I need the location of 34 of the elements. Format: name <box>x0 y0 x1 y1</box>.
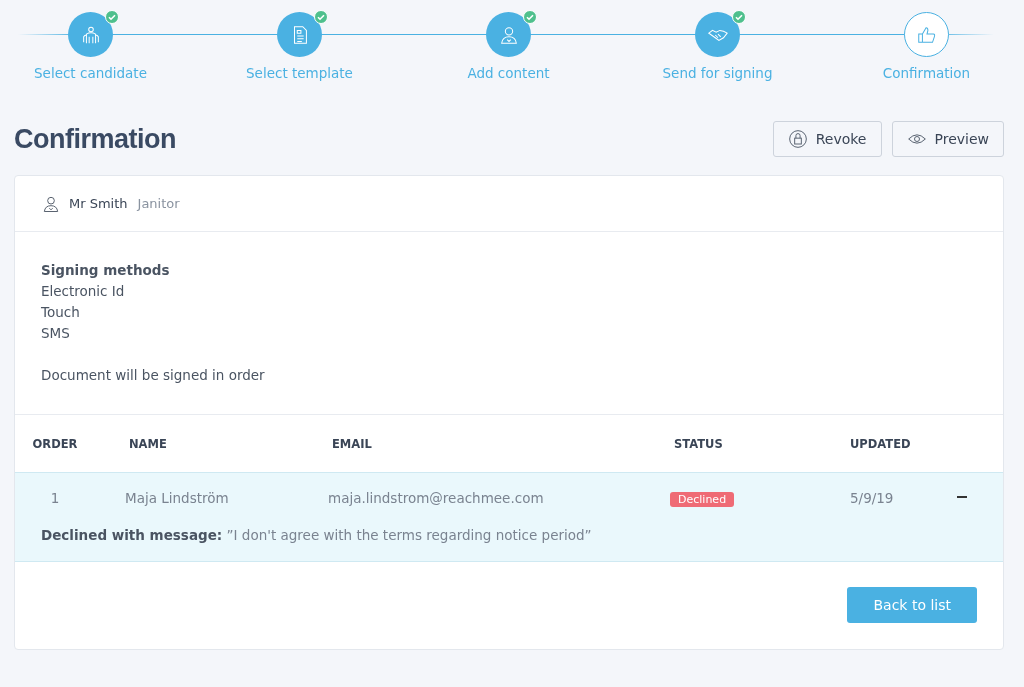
signing-methods-heading: Signing methods <box>41 261 171 280</box>
step-label[interactable]: Confirmation <box>882 65 971 81</box>
column-header: STATUS <box>673 436 724 451</box>
column-header: EMAIL <box>331 436 373 451</box>
decline-message: Declined with message: ”I don't agree with the terms regarding notice period” <box>40 526 593 545</box>
step-label[interactable]: Select template <box>246 65 353 81</box>
status-badge: Declined <box>670 491 735 507</box>
step-circle[interactable] <box>695 12 740 57</box>
column-header: UPDATED <box>849 436 912 451</box>
step-label[interactable]: Add content <box>467 65 550 81</box>
signing-method: Touch <box>41 303 81 322</box>
step-circle[interactable] <box>904 12 949 57</box>
step-circle[interactable] <box>277 12 322 57</box>
table-cell-text: 1 <box>49 490 61 506</box>
back-to-list-button[interactable]: Back to list <box>847 587 977 623</box>
table-cell-text: 5/9/19 <box>849 490 895 506</box>
step-label[interactable]: Select candidate <box>34 65 147 81</box>
preview-button[interactable]: Preview <box>891 121 1004 157</box>
column-header: NAME <box>128 436 168 451</box>
candidate-role: Janitor <box>137 196 180 211</box>
revoke-button[interactable]: Revoke <box>772 121 882 157</box>
signing-method: SMS <box>41 324 71 343</box>
table-row[interactable]: 1 Maja Lindström maja.lindstrom@reachmee.com Declined 5/9/19 Declined with message: ”I don't agree with the terms regarding notice period” <box>15 472 1003 562</box>
step-circle[interactable] <box>68 12 113 57</box>
step-label[interactable]: Send for signing <box>662 65 773 81</box>
step-circle[interactable] <box>486 12 531 57</box>
padlock-icon <box>787 129 808 149</box>
table-cell-text: Maja Lindström <box>124 490 230 506</box>
signing-note: Document will be signed in order <box>41 366 266 385</box>
table-cell-text: maja.lindstrom@reachmee.com <box>327 490 545 506</box>
candidate-name: Mr Smith <box>69 196 128 211</box>
signing-method: Electronic Id <box>41 282 126 301</box>
column-header: ORDER <box>31 436 79 451</box>
page-title: Confirmation <box>14 123 176 155</box>
